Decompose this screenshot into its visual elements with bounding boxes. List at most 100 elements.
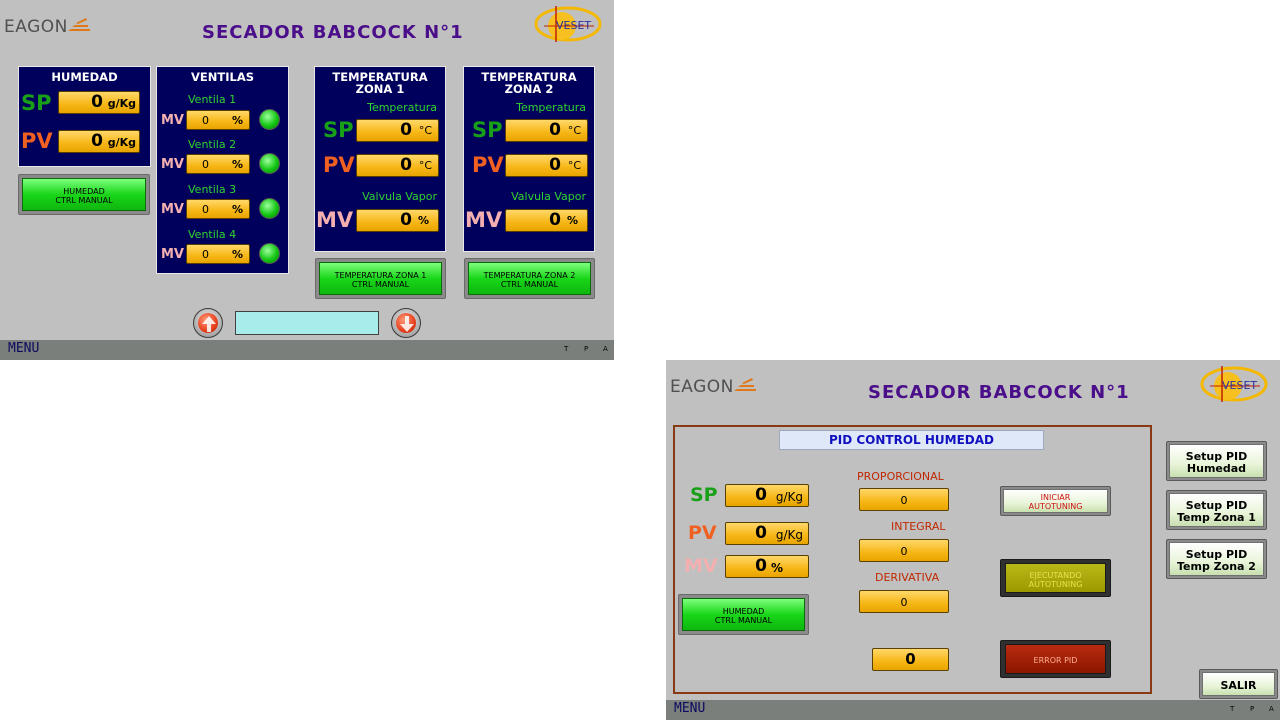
zona-1-temp-label: Temperatura — [367, 101, 437, 114]
zona-2-manual-label-1: TEMPERATURA ZONA 2 — [483, 271, 576, 280]
zona-2-sp-unit: °C — [567, 124, 581, 137]
zona-1-manual-button[interactable]: TEMPERATURA ZONA 1 CTRL MANUAL — [315, 258, 446, 299]
integral-value: 0 — [900, 545, 908, 558]
footer-bar: MENU T P A — [0, 340, 614, 360]
message-display — [235, 311, 379, 335]
ventila-4-value: 0 — [202, 248, 209, 261]
main-overview-screen: EAGON SECADOR BABCOCK N°1 VESET HUMEDAD … — [0, 0, 614, 360]
pv-label: PV — [323, 153, 355, 177]
ventila-2-unit: % — [231, 158, 243, 171]
integral-field[interactable]: 0 — [859, 539, 949, 562]
sp-label: SP — [690, 484, 718, 506]
zona-2-pv-field: 0 °C — [505, 154, 588, 177]
ventila-1-status-led — [259, 109, 280, 130]
status-p: P — [1250, 705, 1255, 713]
ventila-2-label: Ventila 2 — [188, 138, 237, 151]
mv-label: MV — [161, 202, 184, 217]
ventilas-panel: VENTILAS Ventila 1 MV 0 % Ventila 2 MV 0… — [156, 66, 289, 274]
pid-control-title: PID CONTROL HUMEDAD — [779, 430, 1044, 450]
pid-mv-field[interactable]: 0 % — [725, 555, 809, 578]
zona-2-mv-field[interactable]: 0 % — [505, 209, 588, 232]
ventila-3-field[interactable]: 0 % — [186, 199, 250, 219]
ejecutando-label-2: AUTOTUNING — [1028, 580, 1083, 589]
zona-1-mv-unit: % — [417, 214, 429, 227]
sp-label: SP — [472, 118, 503, 142]
setup-pid-zona-1-button[interactable]: Setup PID Temp Zona 1 — [1166, 490, 1267, 530]
menu-button[interactable]: MENU — [8, 341, 39, 356]
zona-2-manual-button[interactable]: TEMPERATURA ZONA 2 CTRL MANUAL — [464, 258, 595, 299]
zona-1-sp-unit: °C — [418, 124, 432, 137]
ventila-1-value: 0 — [202, 114, 209, 127]
zona-2-valve-label: Valvula Vapor — [511, 190, 586, 203]
salir-button[interactable]: SALIR — [1199, 669, 1278, 699]
ventila-4-unit: % — [231, 248, 243, 261]
pid-pv-field: 0 g/Kg — [725, 522, 809, 545]
proporcional-field[interactable]: 0 — [859, 488, 949, 511]
mv-label: MV — [316, 208, 354, 232]
pid-sp-field[interactable]: 0 g/Kg — [725, 484, 809, 507]
zona-1-title-2: ZONA 1 — [355, 82, 405, 96]
humedad-manual-button[interactable]: HUMEDAD CTRL MANUAL — [18, 174, 150, 215]
mv-label: MV — [161, 113, 184, 128]
humedad-manual-button[interactable]: HUMEDAD CTRL MANUAL — [678, 594, 809, 635]
pid-pv-value: 0 — [755, 523, 767, 543]
eagon-logo: EAGON — [670, 377, 734, 397]
ventila-3-unit: % — [231, 203, 243, 216]
pid-pv-unit: g/Kg — [775, 528, 803, 542]
zona-2-title-2: ZONA 2 — [504, 82, 554, 96]
humedad-sp-value: 0 — [91, 92, 103, 112]
proporcional-label: PROPORCIONAL — [857, 470, 944, 483]
humedad-manual-label-2: CTRL MANUAL — [55, 196, 113, 205]
setup-humedad-label-2: Humedad — [1186, 462, 1247, 475]
setup-pid-zona-2-button[interactable]: Setup PID Temp Zona 2 — [1166, 539, 1267, 579]
previous-screen-button[interactable] — [193, 308, 223, 338]
ventila-1-unit: % — [231, 114, 243, 127]
pid-humedad-screen: EAGON SECADOR BABCOCK N°1 VESET PID CONT… — [666, 360, 1280, 720]
setup-zona-1-label-2: Temp Zona 1 — [1177, 511, 1256, 524]
veset-logo-text: VESET — [1222, 379, 1257, 392]
zona-1-manual-label-1: TEMPERATURA ZONA 1 — [334, 271, 427, 280]
menu-button[interactable]: MENU — [674, 701, 705, 716]
ventila-4-field[interactable]: 0 % — [186, 244, 250, 264]
status-p: P — [584, 345, 589, 353]
humedad-sp-field[interactable]: 0 g/Kg — [58, 91, 140, 114]
zona-2-sp-field[interactable]: 0 °C — [505, 119, 588, 142]
zona-2-temp-label: Temperatura — [516, 101, 586, 114]
page-title: SECADOR BABCOCK N°1 — [202, 22, 464, 43]
veset-logo: VESET — [1200, 366, 1268, 402]
pid-sp-unit: g/Kg — [775, 490, 803, 504]
mv-label: MV — [161, 247, 184, 262]
pv-label: PV — [21, 129, 53, 153]
ventila-3-value: 0 — [202, 203, 209, 216]
page-title: SECADOR BABCOCK N°1 — [868, 382, 1130, 403]
ejecutando-autotuning-indicator: EJECUTANDO AUTOTUNING — [1000, 559, 1111, 597]
iniciar-autotuning-button[interactable]: INICIAR AUTOTUNING — [1000, 486, 1111, 516]
status-t: T — [1230, 705, 1235, 713]
zona-1-pv-unit: °C — [418, 159, 432, 172]
eagon-logo-mark-icon — [734, 378, 756, 391]
ventila-2-status-led — [259, 153, 280, 174]
zona-1-valve-label: Valvula Vapor — [362, 190, 437, 203]
error-pid-label: ERROR PID — [1033, 656, 1078, 665]
pv-label: PV — [472, 153, 504, 177]
humedad-manual-label-2: CTRL MANUAL — [714, 616, 773, 625]
setup-pid-humedad-button[interactable]: Setup PID Humedad — [1166, 441, 1267, 481]
eagon-logo-mark-icon — [68, 18, 90, 31]
mv-label: MV — [684, 555, 718, 577]
ventila-3-label: Ventila 3 — [188, 183, 237, 196]
zona-1-sp-field[interactable]: 0 °C — [356, 119, 439, 142]
zona-1-pv-value: 0 — [400, 155, 412, 175]
humedad-manual-label-1: HUMEDAD — [722, 607, 765, 616]
humedad-sp-unit: g/Kg — [107, 97, 136, 110]
pv-label: PV — [688, 522, 717, 544]
veset-logo: VESET — [534, 6, 602, 42]
ventila-1-field[interactable]: 0 % — [186, 110, 250, 130]
zona-1-mv-field[interactable]: 0 % — [356, 209, 439, 232]
ventila-2-field[interactable]: 0 % — [186, 154, 250, 174]
ventila-2-value: 0 — [202, 158, 209, 171]
humedad-pv-unit: g/Kg — [107, 136, 136, 149]
status-a: A — [603, 345, 608, 353]
next-screen-button[interactable] — [391, 308, 421, 338]
derivativa-field[interactable]: 0 — [859, 590, 949, 613]
mv-label: MV — [465, 208, 503, 232]
